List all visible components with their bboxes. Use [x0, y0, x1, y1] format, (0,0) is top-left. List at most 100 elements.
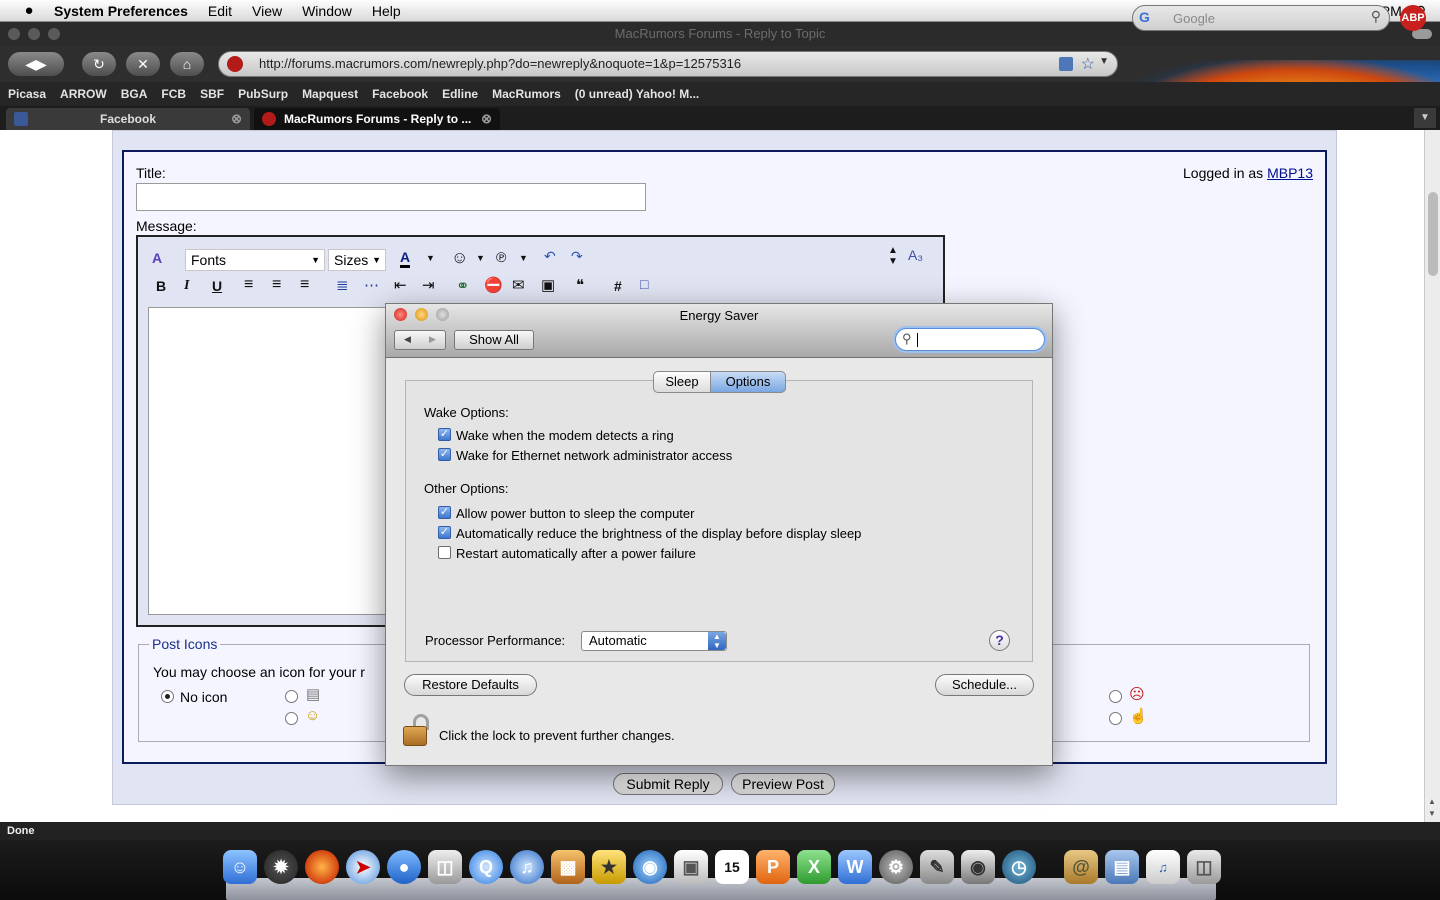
bookmark-mapquest[interactable]: Mapquest: [302, 87, 358, 101]
itunes-icon[interactable]: ♫: [510, 850, 544, 884]
post-icon-radio[interactable]: [1109, 712, 1122, 725]
firefox-icon[interactable]: [305, 850, 339, 884]
code-icon[interactable]: #: [614, 278, 622, 294]
preferences-search-input[interactable]: ⚲: [895, 328, 1045, 351]
resize-editor-icon[interactable]: ▲ ▼: [888, 245, 898, 267]
power-button-sleep-label[interactable]: Allow power button to sleep the computer: [456, 506, 694, 521]
front-row-icon[interactable]: ◉: [633, 850, 667, 884]
wake-modem-label[interactable]: Wake when the modem detects a ring: [456, 428, 674, 443]
preview-icon[interactable]: ▣: [674, 850, 708, 884]
bookmark-fcb[interactable]: FCB: [161, 87, 186, 101]
iphoto-icon[interactable]: ▩: [551, 850, 585, 884]
underline-icon[interactable]: U: [212, 278, 222, 294]
wake-ethernet-label[interactable]: Wake for Ethernet network administrator …: [456, 448, 732, 463]
back-icon[interactable]: ◀: [404, 334, 411, 345]
excel-icon[interactable]: X: [797, 850, 831, 884]
bookmark-star-icon[interactable]: ☆: [1081, 54, 1095, 74]
bookmark-bga[interactable]: BGA: [121, 87, 148, 101]
smilies-icon[interactable]: ☺: [451, 248, 468, 268]
reload-icon[interactable]: ↻: [82, 52, 116, 76]
menu-window[interactable]: Window: [302, 3, 352, 19]
url-history-dropdown-icon[interactable]: ▼: [1099, 56, 1109, 67]
tab-macrumors[interactable]: MacRumors Forums - Reply to ... ⊗: [254, 108, 500, 130]
mail-folder-icon[interactable]: @: [1064, 850, 1098, 884]
menu-app-name[interactable]: System Preferences: [54, 3, 188, 19]
title-input[interactable]: [136, 183, 646, 211]
insert-email-icon[interactable]: ✉: [512, 276, 525, 294]
tab-facebook[interactable]: Facebook ⊗: [6, 108, 250, 130]
remove-format-icon[interactable]: A: [152, 250, 162, 266]
scrollbar-thumb[interactable]: [1428, 192, 1438, 276]
dashboard-icon[interactable]: ✹: [264, 850, 298, 884]
scroll-up-icon[interactable]: ▲: [1428, 797, 1436, 806]
close-window-icon[interactable]: [8, 28, 20, 40]
bookmark-picasa[interactable]: Picasa: [8, 87, 46, 101]
align-center-icon[interactable]: ≡: [272, 276, 281, 294]
search-icon[interactable]: ⚲: [1371, 8, 1381, 25]
word-icon[interactable]: W: [838, 850, 872, 884]
zoom-window-icon[interactable]: [48, 28, 60, 40]
menu-view[interactable]: View: [252, 3, 282, 19]
bookmark-arrow[interactable]: ARROW: [60, 87, 107, 101]
lock-icon[interactable]: [401, 714, 431, 746]
rss-icon[interactable]: [1059, 57, 1073, 71]
powerpoint-icon[interactable]: P: [756, 850, 790, 884]
restore-defaults-button[interactable]: Restore Defaults: [404, 674, 537, 696]
insert-image-icon[interactable]: ▣: [541, 276, 555, 294]
search-input[interactable]: G Google ⚲: [1132, 5, 1390, 31]
help-button[interactable]: ?: [989, 630, 1010, 651]
time-machine-icon[interactable]: ◷: [1002, 850, 1036, 884]
username-link[interactable]: MBP13: [1267, 165, 1313, 181]
bookmark-yahoo-mail[interactable]: (0 unread) Yahoo! M...: [575, 87, 699, 101]
redo-icon[interactable]: ↷: [571, 248, 583, 265]
back-forward-button[interactable]: ◀ ▶: [394, 330, 446, 350]
post-icon-radio[interactable]: [1109, 690, 1122, 703]
chevron-down-icon[interactable]: ▼: [519, 253, 528, 263]
php-icon[interactable]: □: [640, 276, 648, 292]
url-text[interactable]: http://forums.macrumors.com/newreply.php…: [259, 56, 741, 71]
restart-after-power-failure-label[interactable]: Restart automatically after a power fail…: [456, 546, 696, 561]
close-tab-icon[interactable]: ⊗: [231, 108, 242, 130]
reduce-brightness-checkbox[interactable]: ✓: [438, 526, 451, 539]
tab-options[interactable]: Options: [711, 371, 786, 393]
italic-icon[interactable]: I: [184, 278, 189, 294]
finder-icon[interactable]: ☺: [223, 850, 257, 884]
bookmark-sbf[interactable]: SBF: [200, 87, 224, 101]
tab-sleep[interactable]: Sleep: [653, 371, 711, 393]
menu-edit[interactable]: Edit: [208, 3, 232, 19]
schedule-button[interactable]: Schedule...: [935, 674, 1034, 696]
documents-folder-icon[interactable]: ▤: [1105, 850, 1139, 884]
minimize-window-icon[interactable]: [28, 28, 40, 40]
bookmark-facebook[interactable]: Facebook: [372, 87, 428, 101]
chevron-down-icon[interactable]: ▼: [476, 253, 485, 263]
url-bar[interactable]: http://forums.macrumors.com/newreply.php…: [218, 51, 1118, 77]
align-right-icon[interactable]: ≡: [300, 276, 309, 294]
bookmark-macrumors[interactable]: MacRumors: [492, 87, 561, 101]
reduce-brightness-label[interactable]: Automatically reduce the brightness of t…: [456, 526, 861, 541]
remove-link-icon[interactable]: ⛔: [484, 276, 503, 294]
bookmark-edline[interactable]: Edline: [442, 87, 478, 101]
font-color-icon[interactable]: A: [400, 249, 411, 268]
align-left-icon[interactable]: ≡: [244, 276, 253, 294]
imovie-icon[interactable]: ★: [592, 850, 626, 884]
submit-reply-button[interactable]: Submit Reply: [613, 773, 723, 795]
attachment-icon[interactable]: ℗: [496, 249, 506, 265]
close-tab-icon[interactable]: ⊗: [481, 108, 492, 130]
bookmark-pubsurp[interactable]: PubSurp: [238, 87, 288, 101]
photo-booth-icon[interactable]: ◉: [961, 850, 995, 884]
menu-help[interactable]: Help: [372, 3, 401, 19]
bold-icon[interactable]: B: [156, 278, 166, 294]
quicktime-icon[interactable]: Q: [469, 850, 503, 884]
post-icon-radio[interactable]: [285, 690, 298, 703]
ical-icon[interactable]: 15: [715, 850, 749, 884]
apple-menu-icon[interactable]: ●: [18, 2, 40, 19]
page-scrollbar[interactable]: ▲ ▼: [1424, 130, 1440, 822]
back-forward-button[interactable]: ◀▶: [8, 52, 64, 76]
trash-icon[interactable]: ◫: [1187, 850, 1221, 884]
sizes-select[interactable]: Sizes ▼: [328, 249, 386, 271]
preview-post-button[interactable]: Preview Post: [731, 773, 835, 795]
ichat-icon[interactable]: ●: [387, 850, 421, 884]
stop-icon[interactable]: ✕: [126, 52, 160, 76]
insert-link-icon[interactable]: ⚭: [456, 276, 469, 296]
tab-list-icon[interactable]: ▼: [1414, 108, 1436, 128]
